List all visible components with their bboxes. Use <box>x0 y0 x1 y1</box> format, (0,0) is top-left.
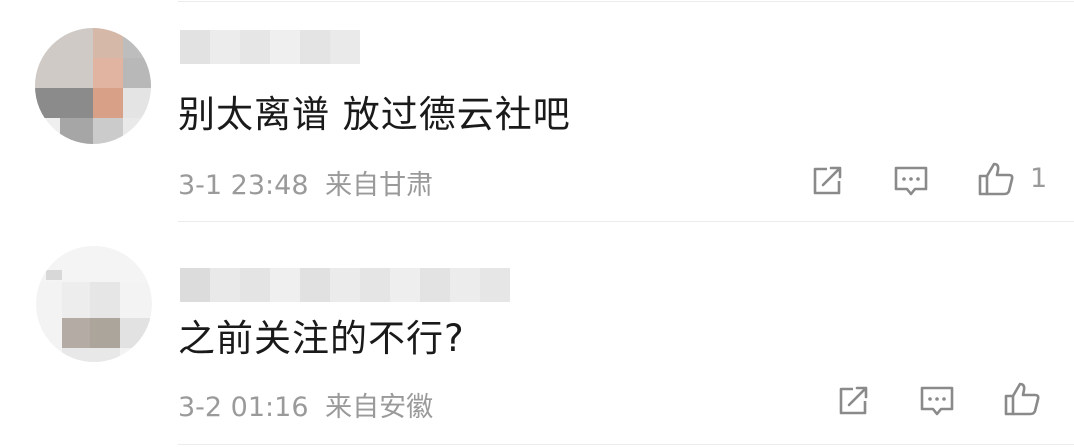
comment-icon <box>920 386 954 416</box>
avatar[interactable] <box>35 28 151 144</box>
comment-time: 3-2 01:16 <box>178 392 309 423</box>
avatar[interactable] <box>36 246 152 362</box>
username-blurred[interactable] <box>180 30 360 64</box>
share-icon <box>839 386 868 415</box>
comment-text: 别太离谱 放过德云社吧 <box>178 93 571 136</box>
bottom-divider <box>178 444 1074 445</box>
share-button[interactable] <box>807 161 847 201</box>
comment-item: 之前关注的不行? 3-2 01:16 来自安徽 <box>0 222 1074 447</box>
like-button[interactable] <box>976 159 1016 199</box>
comment-meta: 3-1 23:48 来自甘肃 <box>178 163 433 202</box>
comment-time: 3-1 23:48 <box>178 170 309 201</box>
comment-icon <box>894 166 928 196</box>
like-button[interactable] <box>1002 379 1042 419</box>
reply-button[interactable] <box>891 161 931 201</box>
thumbs-up-icon <box>1004 382 1040 416</box>
username-blurred[interactable] <box>180 268 510 302</box>
thumbs-up-icon <box>978 162 1014 196</box>
like-count: 1 <box>1030 163 1048 194</box>
reply-button[interactable] <box>917 381 957 421</box>
comment-text: 之前关注的不行? <box>178 317 465 360</box>
comment-item: 别太离谱 放过德云社吧 3-1 23:48 来自甘肃 1 <box>0 0 1074 222</box>
share-icon <box>813 166 842 195</box>
comment-location: 来自甘肃 <box>325 170 434 201</box>
comment-meta: 3-2 01:16 来自安徽 <box>178 385 433 424</box>
comment-location: 来自安徽 <box>325 392 434 423</box>
share-button[interactable] <box>833 381 873 421</box>
